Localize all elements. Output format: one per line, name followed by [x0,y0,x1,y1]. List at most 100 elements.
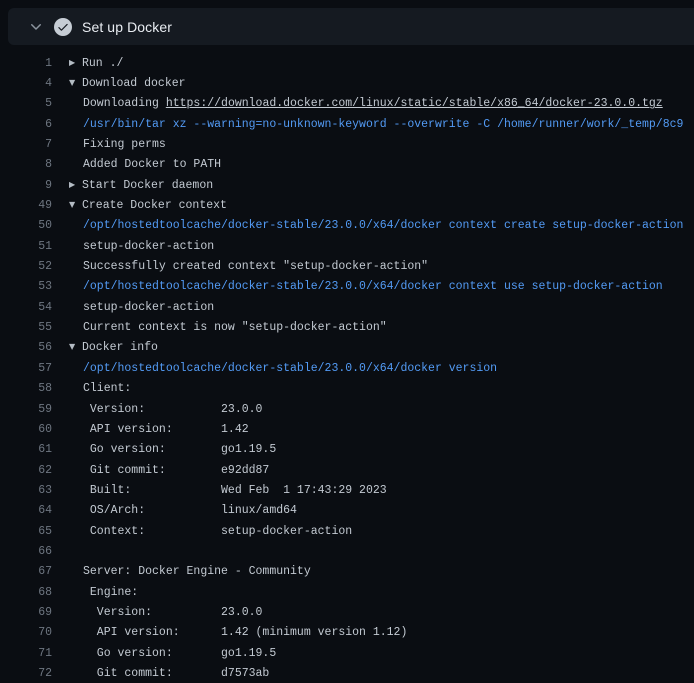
log-line: 54setup-docker-action [0,297,694,317]
log-line: 62 Git commit: e92dd87 [0,460,694,480]
log-group-header[interactable]: ▼Docker info [52,341,158,354]
log-text-line: Git commit: e92dd87 [52,464,269,477]
line-number[interactable]: 6 [0,118,52,131]
log-line: 53/opt/hostedtoolcache/docker-stable/23.… [0,277,694,297]
log-text-line: API version: 1.42 (minimum version 1.12) [52,626,407,639]
command-line: /usr/bin/tar xz --warning=no-unknown-key… [52,118,683,131]
line-number[interactable]: 66 [0,545,52,558]
line-number[interactable]: 65 [0,525,52,538]
log-line: 56▼Docker info [0,338,694,358]
line-number[interactable]: 56 [0,341,52,354]
line-number[interactable]: 1 [0,57,52,70]
log-line: 50/opt/hostedtoolcache/docker-stable/23.… [0,216,694,236]
group-title: Download docker [82,77,186,90]
line-number[interactable]: 52 [0,260,52,273]
line-number[interactable]: 72 [0,667,52,680]
line-number[interactable]: 50 [0,219,52,232]
log-line: 51setup-docker-action [0,236,694,256]
log-line: 57/opt/hostedtoolcache/docker-stable/23.… [0,358,694,378]
download-url[interactable]: https://download.docker.com/linux/static… [166,97,663,110]
group-title: Docker info [82,341,158,354]
log-lines: 1▶Run ./4▼Download docker5Downloading ht… [0,53,694,683]
log-line: 69 Version: 23.0.0 [0,602,694,622]
log-text-line: Engine: [52,586,138,599]
log-text-line: Current context is now "setup-docker-act… [52,321,387,334]
log-text-line: API version: 1.42 [52,423,249,436]
line-number[interactable]: 51 [0,240,52,253]
line-number[interactable]: 4 [0,77,52,90]
log-line: 6/usr/bin/tar xz --warning=no-unknown-ke… [0,114,694,134]
log-group-header[interactable]: ▶Run ./ [52,57,123,70]
line-number[interactable]: 71 [0,647,52,660]
line-number[interactable]: 8 [0,158,52,171]
line-number[interactable]: 53 [0,280,52,293]
log-line: 7Fixing perms [0,134,694,154]
log-group-header[interactable]: ▼Download docker [52,77,186,90]
line-number[interactable]: 58 [0,382,52,395]
group-collapsed-icon[interactable]: ▶ [69,180,82,189]
log-line: 5Downloading https://download.docker.com… [0,94,694,114]
log-line: 59 Version: 23.0.0 [0,399,694,419]
log-line: 72 Git commit: d7573ab [0,663,694,683]
log-line: 71 Go version: go1.19.5 [0,643,694,663]
group-title: Create Docker context [82,199,227,212]
group-expanded-icon[interactable]: ▼ [69,342,82,351]
line-number[interactable]: 70 [0,626,52,639]
line-number[interactable]: 62 [0,464,52,477]
log-group-header[interactable]: ▶Start Docker daemon [52,179,213,192]
log-text-line: Git commit: d7573ab [52,667,269,680]
command-line: /opt/hostedtoolcache/docker-stable/23.0.… [52,280,663,293]
line-number[interactable]: 9 [0,179,52,192]
line-number[interactable]: 57 [0,362,52,375]
line-number[interactable]: 7 [0,138,52,151]
group-expanded-icon[interactable]: ▼ [69,200,82,209]
log-text-line: Added Docker to PATH [52,158,221,171]
step-success-icon [54,18,72,36]
log-text-line: setup-docker-action [52,301,214,314]
line-number[interactable]: 54 [0,301,52,314]
log-line: 67Server: Docker Engine - Community [0,562,694,582]
log-line: 58Client: [0,379,694,399]
log-text-line: Go version: go1.19.5 [52,647,276,660]
line-number[interactable]: 63 [0,484,52,497]
log-text-line: OS/Arch: linux/amd64 [52,504,297,517]
log-line: 49▼Create Docker context [0,195,694,215]
log-group-header[interactable]: ▼Create Docker context [52,199,227,212]
log-text-line: Version: 23.0.0 [52,606,262,619]
log-line: 68 Engine: [0,582,694,602]
line-number[interactable]: 67 [0,565,52,578]
line-number[interactable]: 49 [0,199,52,212]
group-expanded-icon[interactable]: ▼ [69,78,82,87]
log-line: 8Added Docker to PATH [0,155,694,175]
command-line: /opt/hostedtoolcache/docker-stable/23.0.… [52,362,497,375]
line-number[interactable]: 55 [0,321,52,334]
line-number[interactable]: 68 [0,586,52,599]
step-header[interactable]: Set up Docker [8,8,694,45]
log-line: 65 Context: setup-docker-action [0,521,694,541]
log-line: 9▶Start Docker daemon [0,175,694,195]
log-line: 63 Built: Wed Feb 1 17:43:29 2023 [0,480,694,500]
log-line: 60 API version: 1.42 [0,419,694,439]
log-text-line: Fixing perms [52,138,166,151]
log-text-line: setup-docker-action [52,240,214,253]
command-line: /opt/hostedtoolcache/docker-stable/23.0.… [52,219,683,232]
log-line: 66 [0,541,694,561]
line-number[interactable]: 60 [0,423,52,436]
line-number[interactable]: 61 [0,443,52,456]
line-number[interactable]: 59 [0,403,52,416]
line-number[interactable]: 5 [0,97,52,110]
log-line: 1▶Run ./ [0,53,694,73]
line-number[interactable]: 69 [0,606,52,619]
group-collapsed-icon[interactable]: ▶ [69,58,82,67]
log-text-line: Server: Docker Engine - Community [52,565,311,578]
line-number[interactable]: 64 [0,504,52,517]
chevron-down-icon[interactable] [28,19,44,35]
log-text-line: Client: [52,382,131,395]
log-text-line: Built: Wed Feb 1 17:43:29 2023 [52,484,387,497]
step-title: Set up Docker [82,19,172,35]
log-line: 52Successfully created context "setup-do… [0,256,694,276]
group-title: Run ./ [82,57,123,70]
log-line: 64 OS/Arch: linux/amd64 [0,501,694,521]
actions-log-viewer: Set up Docker 1▶Run ./4▼Download docker5… [0,0,694,683]
log-text-line: Context: setup-docker-action [52,525,352,538]
